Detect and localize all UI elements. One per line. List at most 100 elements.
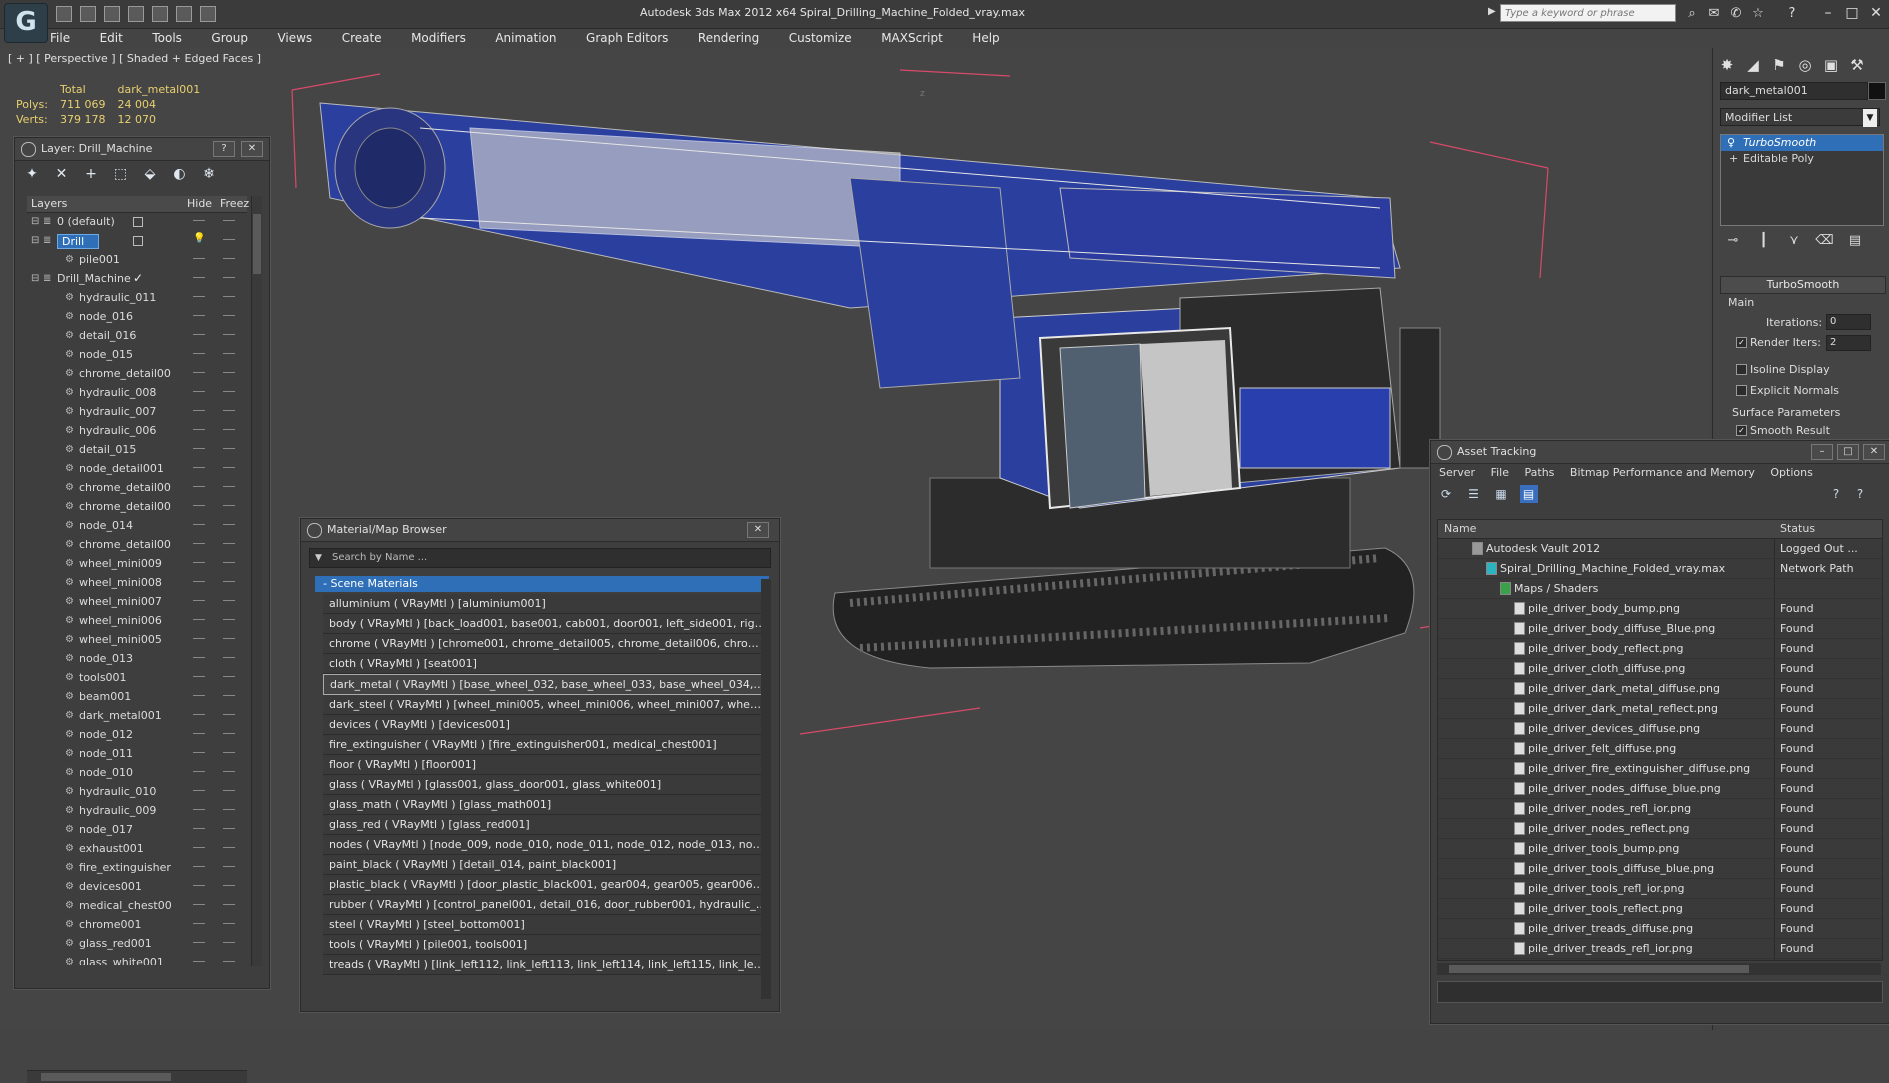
freeze-toggle[interactable] — [223, 828, 235, 832]
layer-row[interactable]: ⚙ wheel_mini008 — [27, 574, 247, 593]
material-row[interactable]: cloth ( VRayMtl ) [seat001] — [323, 654, 767, 674]
material-row[interactable]: glass_red ( VRayMtl ) [glass_red001] — [323, 815, 767, 835]
render-iters-checkbox[interactable]: ✓ — [1736, 337, 1747, 348]
col-name[interactable]: Name — [1444, 522, 1476, 535]
asset-row[interactable]: pile_driver_nodes_refl_ior.png Found — [1438, 799, 1882, 819]
list-view-icon[interactable]: ☰ — [1465, 485, 1483, 503]
layer-row[interactable]: ⊟ ≣ 0 (default) — [27, 213, 247, 232]
hide-toggle[interactable] — [193, 486, 205, 490]
isoline-display-checkbox[interactable] — [1736, 364, 1747, 375]
layer-close-button[interactable]: ✕ — [241, 141, 263, 157]
hide-toggle[interactable] — [193, 695, 205, 699]
freeze-toggle[interactable] — [223, 296, 235, 300]
highlight-layer-icon[interactable]: ⬙ — [141, 165, 159, 183]
asset-row[interactable]: pile_driver_cloth_diffuse.png Found — [1438, 659, 1882, 679]
freeze-toggle[interactable] — [223, 866, 235, 870]
material-browser-close-button[interactable]: ✕ — [747, 522, 769, 538]
help-icon[interactable]: ? — [1784, 6, 1800, 22]
menu-help[interactable]: Help — [972, 28, 999, 48]
chevron-down-icon[interactable]: ▼ — [315, 549, 322, 567]
layer-row[interactable]: ⚙ dark_metal001 — [27, 707, 247, 726]
freeze-toggle[interactable] — [223, 771, 235, 775]
layer-row[interactable]: ⚙ pile001 — [27, 251, 247, 270]
freeze-toggle[interactable] — [223, 885, 235, 889]
hide-toggle[interactable] — [193, 885, 205, 889]
layer-row[interactable]: ⚙ hydraulic_007 — [27, 403, 247, 422]
hide-toggle[interactable] — [193, 429, 205, 433]
asset-tracking-titlebar[interactable]: Asset Tracking – □ ✕ — [1431, 441, 1889, 464]
freeze-toggle[interactable] — [223, 847, 235, 851]
layer-row[interactable]: ⚙ exhaust001 — [27, 840, 247, 859]
asset-row[interactable]: pile_driver_tools_refl_ior.png Found — [1438, 879, 1882, 899]
freeze-toggle[interactable] — [223, 695, 235, 699]
hide-toggle[interactable] — [193, 524, 205, 528]
hide-toggle[interactable] — [193, 600, 205, 604]
freeze-toggle[interactable] — [223, 391, 235, 395]
col-freeze[interactable]: Freez — [220, 197, 249, 210]
current-layer-toggle[interactable] — [133, 236, 143, 246]
layer-row[interactable]: ⚙ node_014 — [27, 517, 247, 536]
layer-row[interactable]: ⚙ fire_extinguisher — [27, 859, 247, 878]
iterations-spinner[interactable]: 0 — [1826, 314, 1871, 330]
hide-toggle[interactable] — [193, 467, 205, 471]
freeze-toggle[interactable] — [223, 372, 235, 376]
hide-toggle[interactable] — [193, 334, 205, 338]
material-row[interactable]: nodes ( VRayMtl ) [node_009, node_010, n… — [323, 835, 767, 855]
menu-maxscript[interactable]: MAXScript — [881, 28, 943, 48]
asset-menu-server[interactable]: Server — [1439, 466, 1475, 479]
close-button[interactable]: ✕ — [1866, 4, 1886, 22]
layer-help-button[interactable]: ? — [213, 141, 235, 157]
freeze-toggle[interactable] — [223, 277, 235, 281]
hide-toggle[interactable] — [193, 752, 205, 756]
layer-row[interactable]: ⚙ hydraulic_010 — [27, 783, 247, 802]
menu-customize[interactable]: Customize — [789, 28, 852, 48]
asset-row[interactable]: pile_driver_body_diffuse_Blue.png Found — [1438, 619, 1882, 639]
project-folder-icon[interactable] — [200, 6, 216, 22]
hide-toggle[interactable] — [193, 714, 205, 718]
show-end-result-icon[interactable]: ┃ — [1753, 232, 1775, 250]
col-layers[interactable]: Layers — [31, 197, 67, 210]
layer-manager-titlebar[interactable]: Layer: Drill_Machine ? ✕ — [15, 138, 269, 161]
asset-maximize-button[interactable]: □ — [1837, 444, 1859, 460]
asset-row[interactable]: pile_driver_treads_diffuse.png Found — [1438, 919, 1882, 939]
material-row[interactable]: chrome ( VRayMtl ) [chrome001, chrome_de… — [323, 634, 767, 654]
layer-row[interactable]: ⚙ node_017 — [27, 821, 247, 840]
hide-toggle[interactable] — [193, 942, 205, 946]
freeze-toggle[interactable] — [223, 600, 235, 604]
layer-row[interactable]: ⚙ hydraulic_006 — [27, 422, 247, 441]
freeze-toggle[interactable] — [223, 714, 235, 718]
chevron-down-icon[interactable]: ▼ — [1863, 109, 1877, 127]
hide-toggle[interactable] — [193, 923, 205, 927]
material-row[interactable]: tools ( VRayMtl ) [pile001, tools001] — [323, 935, 767, 955]
menu-views[interactable]: Views — [277, 28, 312, 48]
hide-toggle[interactable] — [193, 676, 205, 680]
layer-row[interactable]: ⚙ hydraulic_008 — [27, 384, 247, 403]
freeze-toggle[interactable] — [223, 258, 235, 262]
binoculars-icon[interactable]: ⌕ — [1684, 6, 1700, 22]
material-row[interactable]: devices ( VRayMtl ) [devices001] — [323, 715, 767, 735]
turbosmooth-rollout-header[interactable]: TurboSmooth — [1720, 276, 1886, 294]
menu-animation[interactable]: Animation — [495, 28, 556, 48]
hide-toggle[interactable] — [193, 809, 205, 813]
freeze-toggle[interactable] — [223, 638, 235, 642]
hide-toggle[interactable] — [193, 315, 205, 319]
layer-row[interactable]: ⚙ devices001 — [27, 878, 247, 897]
freeze-toggle[interactable] — [223, 562, 235, 566]
freeze-toggle[interactable] — [223, 467, 235, 471]
material-row[interactable]: plastic_black ( VRayMtl ) [door_plastic_… — [323, 875, 767, 895]
col-hide[interactable]: Hide — [187, 197, 212, 210]
layer-row[interactable]: ⚙ node_010 — [27, 764, 247, 783]
freeze-toggle[interactable] — [223, 904, 235, 908]
layer-row[interactable]: ⚙ node_011 — [27, 745, 247, 764]
material-row[interactable]: floor ( VRayMtl ) [floor001] — [323, 755, 767, 775]
object-name-field[interactable]: dark_metal001 — [1720, 82, 1868, 100]
asset-row[interactable]: pile_driver_body_reflect.png Found — [1438, 639, 1882, 659]
hide-toggle[interactable] — [193, 847, 205, 851]
layer-row[interactable]: ⚙ detail_016 — [27, 327, 247, 346]
layer-row[interactable]: ⚙ wheel_mini005 — [27, 631, 247, 650]
freeze-toggle[interactable] — [223, 676, 235, 680]
expand-plus-icon[interactable]: + — [1729, 151, 1738, 167]
material-row[interactable]: body ( VRayMtl ) [back_load001, base001,… — [323, 614, 767, 634]
material-row[interactable]: treads ( VRayMtl ) [link_left112, link_l… — [323, 955, 767, 975]
subscription-icon[interactable]: ✉ — [1706, 6, 1722, 22]
